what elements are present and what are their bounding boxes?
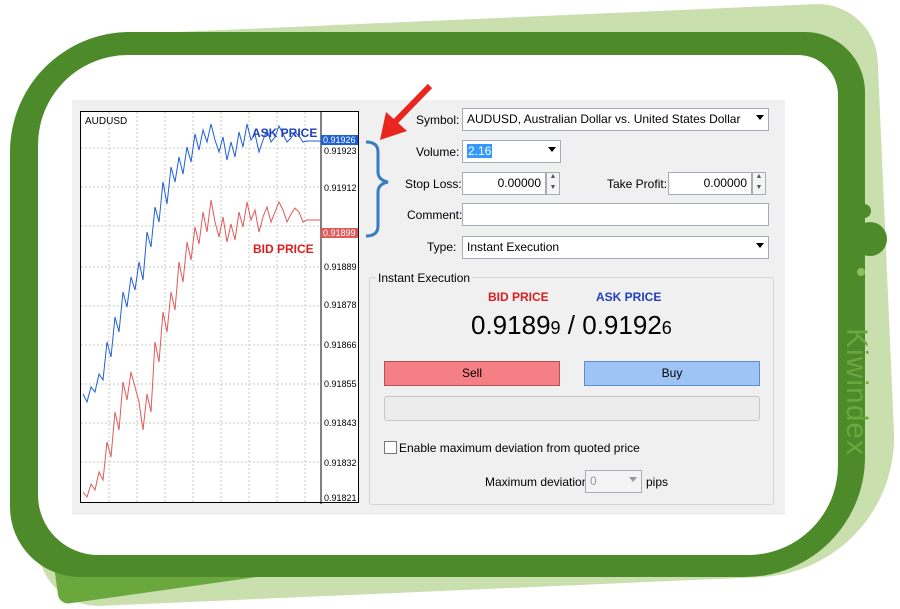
spin-up-icon: ▲: [549, 173, 557, 180]
take-profit-spinner[interactable]: ▲ ▼: [752, 172, 766, 195]
price-tick: 0.91878: [324, 300, 357, 310]
chevron-down-icon: [756, 243, 764, 248]
price-tick: 0.91832: [324, 458, 357, 468]
exec-ask-label: ASK PRICE: [596, 290, 662, 304]
symbol-select[interactable]: AUDUSD, Australian Dollar vs. United Sta…: [462, 108, 769, 131]
chart-symbol: AUDUSD: [85, 116, 128, 127]
stop-loss-label: Stop Loss:: [405, 177, 462, 191]
price-tick: 0.91923: [324, 146, 357, 156]
price-tick: 0.91912: [324, 183, 357, 193]
ask-quote-main: 0.9192: [582, 310, 662, 340]
pips-label: pips: [646, 475, 669, 489]
stop-loss-value: 0.00000: [497, 176, 541, 190]
max-deviation-select[interactable]: 0: [585, 470, 642, 493]
status-bar: [384, 396, 760, 421]
ask-quote-pipette: 6: [661, 318, 672, 338]
buy-button[interactable]: Buy: [584, 361, 760, 386]
deviation-checkbox-label: Enable maximum deviation from quoted pri…: [399, 441, 640, 455]
bid-quote-main: 0.9189: [471, 310, 551, 340]
spin-down-icon: ▼: [755, 183, 763, 191]
logo-dot-mid: [850, 300, 859, 309]
spin-down-icon: ▼: [549, 183, 557, 191]
chart-grid: [81, 112, 321, 504]
price-tick: 0.91889: [324, 262, 357, 272]
spin-up-icon: ▲: [755, 173, 763, 180]
type-select[interactable]: Instant Execution: [462, 236, 769, 259]
bid-price-tag: 0.91899: [321, 228, 358, 238]
instant-execution-title: Instant Execution: [376, 271, 473, 285]
stop-loss-input[interactable]: 0.00000: [462, 172, 546, 195]
volume-value: 2.16: [467, 144, 493, 158]
type-label: Type:: [427, 240, 457, 254]
comment-input[interactable]: [462, 203, 769, 226]
chevron-down-icon: [756, 115, 764, 120]
ask-price-line: [82, 123, 321, 404]
take-profit-label: Take Profit:: [607, 177, 668, 191]
take-profit-input[interactable]: 0.00000: [668, 172, 752, 195]
logo-dot-large: [853, 222, 887, 256]
type-select-value: Instant Execution: [467, 240, 560, 254]
chart-bid-label: BID PRICE: [253, 242, 314, 256]
deviation-checkbox[interactable]: [384, 441, 397, 454]
chart-ask-label: ASK PRICE: [252, 126, 318, 140]
chart-svg: [81, 112, 322, 504]
volume-label: Volume:: [416, 145, 460, 159]
price-tick: 0.91855: [324, 379, 357, 389]
ask-price-tag: 0.91926: [321, 135, 358, 145]
chevron-down-icon: [548, 147, 556, 152]
bid-quote-pipette: 9: [550, 318, 561, 338]
quote-separator: /: [567, 310, 576, 340]
comment-label: Comment:: [407, 208, 463, 222]
quote-display: 0.91899 / 0.91926: [471, 310, 672, 341]
symbol-select-value: AUDUSD, Australian Dollar vs. United Sta…: [467, 112, 741, 126]
max-deviation-value: 0: [590, 474, 597, 488]
volume-select[interactable]: 2.16: [462, 140, 561, 163]
price-tick: 0.91843: [324, 418, 357, 428]
exec-bid-label: BID PRICE: [488, 290, 549, 304]
max-deviation-label: Maximum deviation:: [485, 475, 592, 489]
logo-dot-small: [857, 204, 871, 218]
price-chart: AUDUSD: [80, 111, 359, 504]
chevron-down-icon: [629, 477, 637, 482]
price-tick: 0.91866: [324, 340, 357, 350]
stop-loss-spinner[interactable]: ▲ ▼: [546, 172, 560, 195]
symbol-label: Symbol:: [416, 113, 460, 127]
sell-button[interactable]: Sell: [384, 361, 560, 386]
logo-dot-tiny: [857, 268, 865, 276]
take-profit-value: 0.00000: [703, 176, 747, 190]
brand-name: Kiwindex: [840, 328, 873, 457]
price-tick: 0.91821: [324, 493, 357, 503]
